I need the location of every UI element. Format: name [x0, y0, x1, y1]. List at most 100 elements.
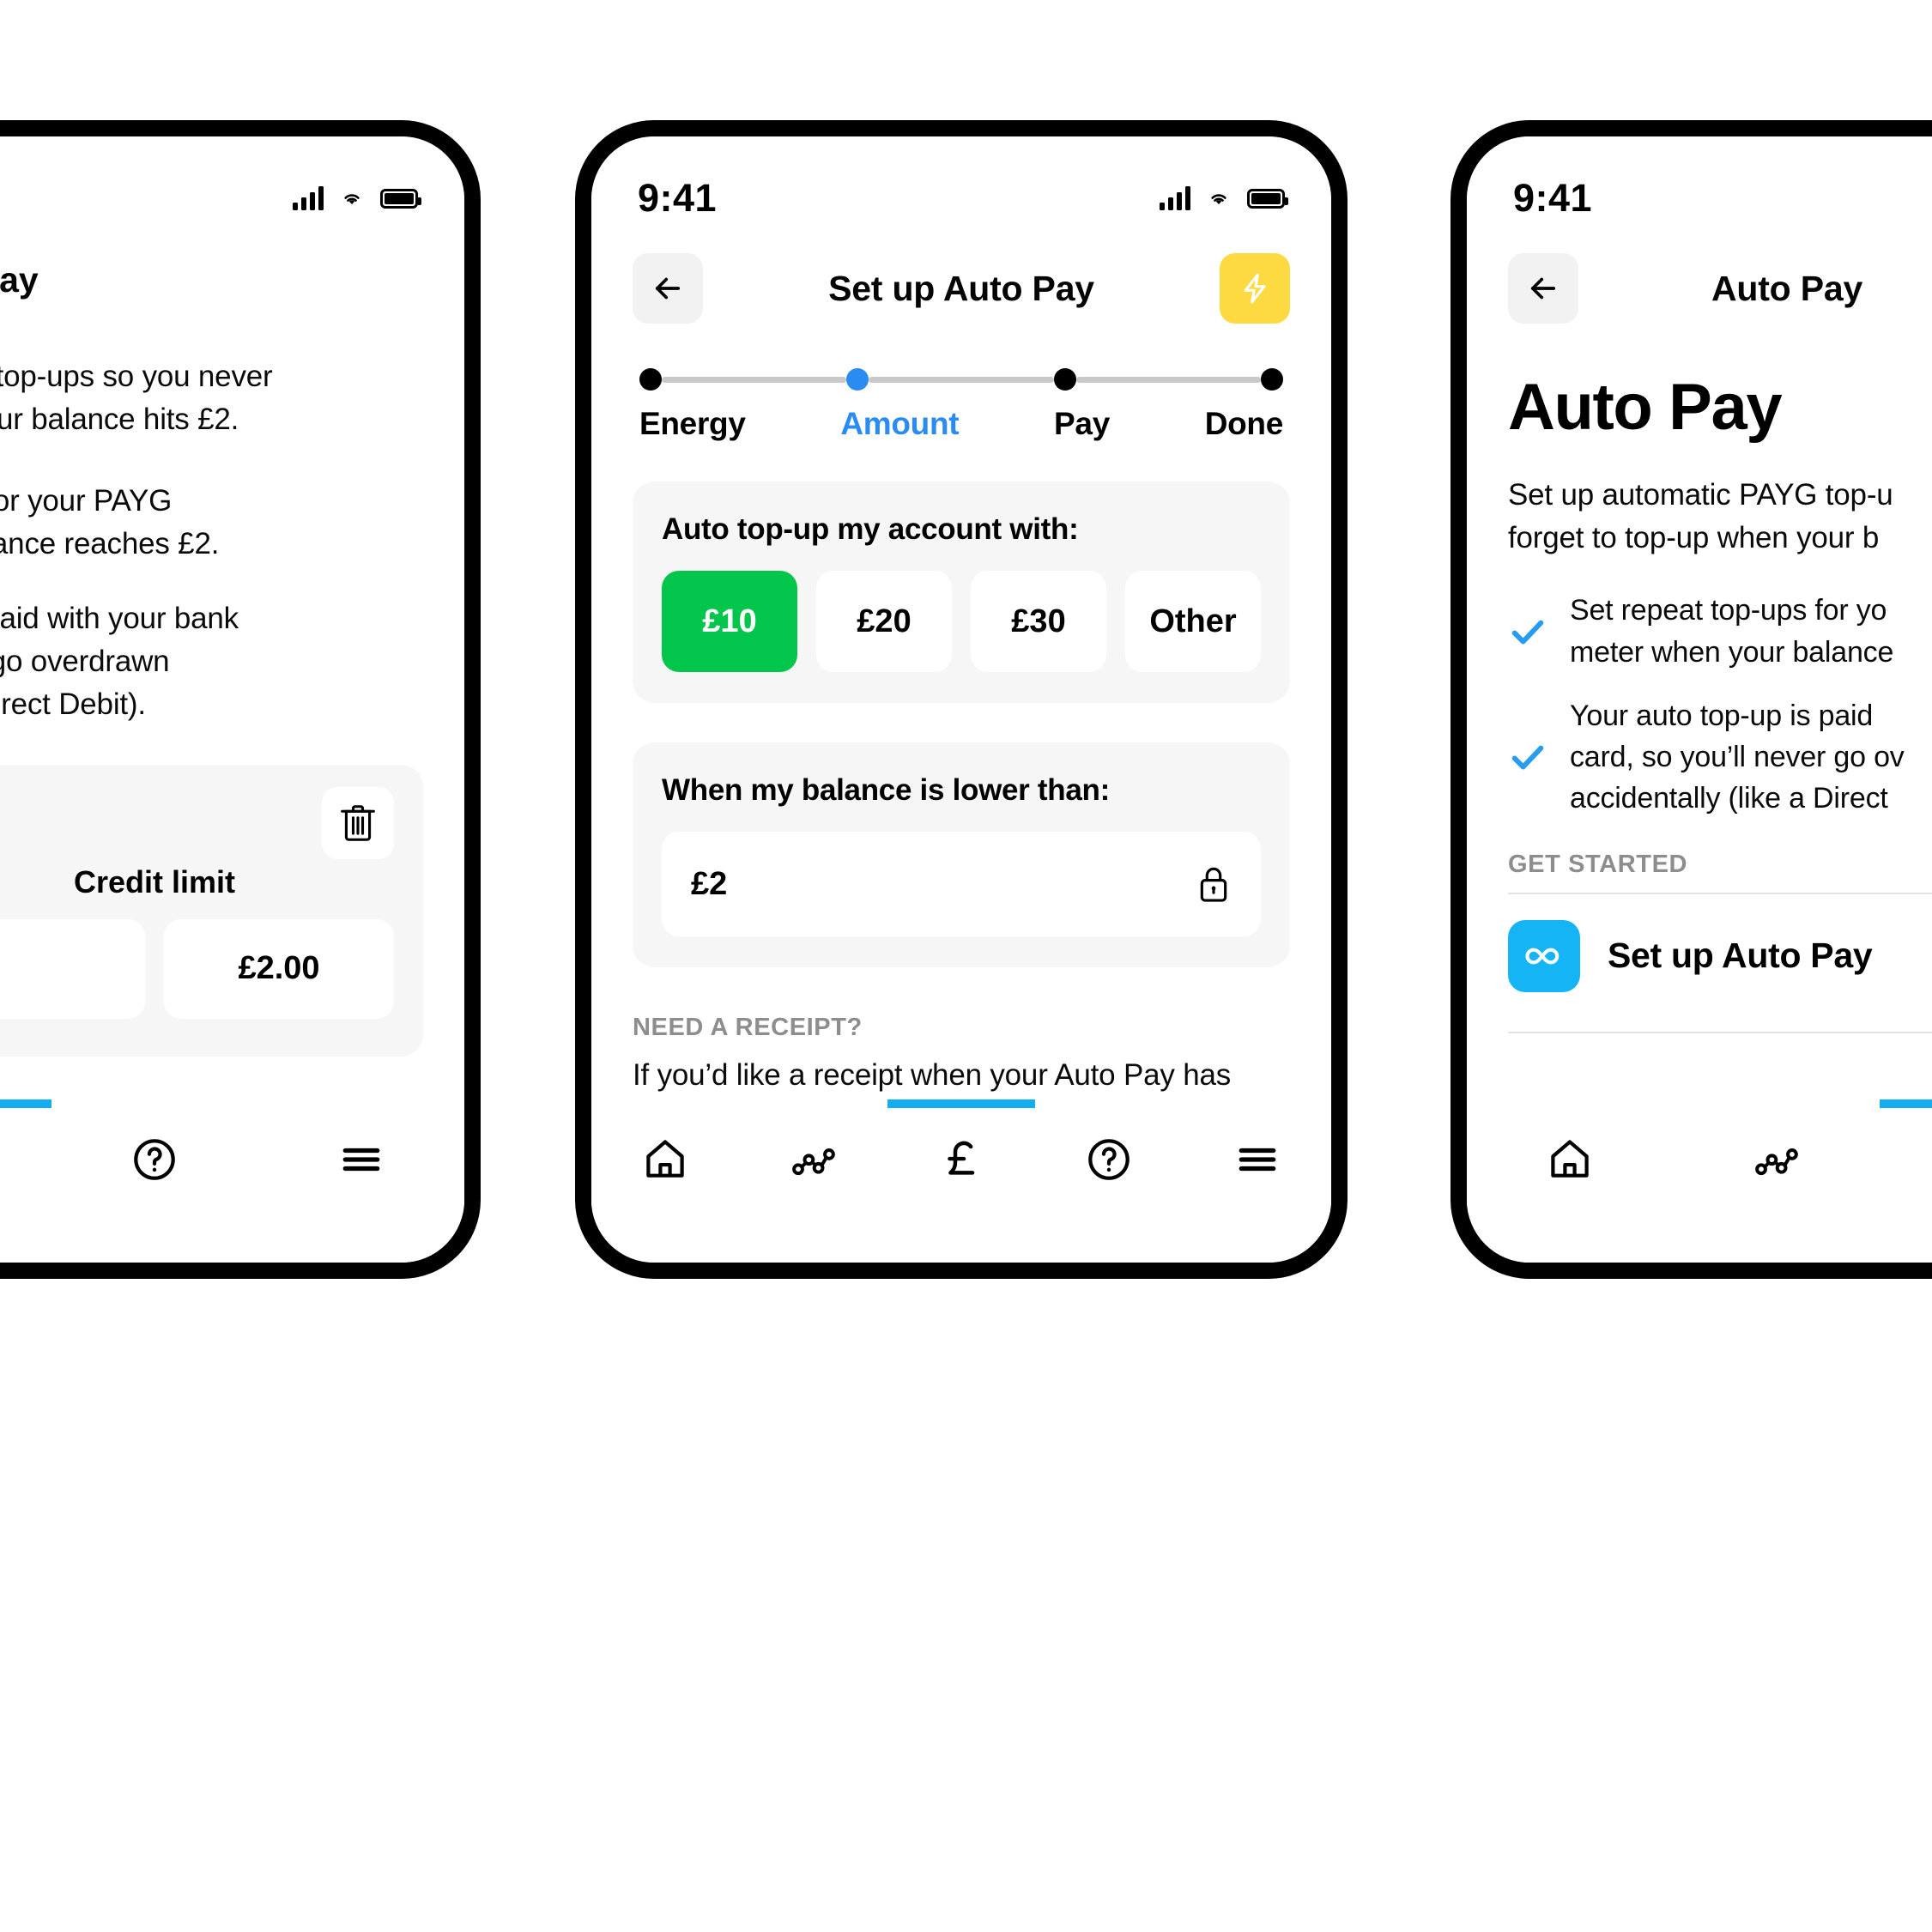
check-icon [1511, 620, 1544, 645]
stepper-dot-amount[interactable] [846, 368, 869, 391]
tab-menu[interactable] [257, 1136, 464, 1184]
topup-amount-card: Auto top-up my account with: £10 £20 £30… [633, 481, 1290, 703]
infinity-icon [1525, 948, 1560, 965]
tab-pound[interactable] [887, 1136, 1035, 1184]
tab-pound[interactable] [0, 1136, 51, 1184]
topup-option-10[interactable]: £10 [662, 571, 797, 672]
status-icons [1160, 186, 1288, 210]
stepper-label-amount: Amount [840, 406, 960, 441]
usage-graph-icon [1755, 1148, 1798, 1176]
page-heading: Auto Pay [1508, 371, 1783, 444]
benefit-list: Set repeat top-ups for yo meter when you… [1508, 590, 1932, 819]
tab-pound[interactable] [1880, 1136, 1932, 1184]
help-circle-icon [1088, 1139, 1130, 1180]
back-button[interactable] [633, 253, 703, 324]
tab-indicator-usage [739, 1099, 887, 1108]
left-paragraph-2: op-ups for your PAYG your balance reache… [0, 480, 423, 566]
stepper-dot-pay[interactable] [1053, 368, 1076, 391]
tab-indicator-pound [887, 1099, 1036, 1108]
benefit-1-line-2: meter when your balance [1570, 635, 1894, 669]
left-line-1: c PAYG top-ups so you never [0, 360, 273, 393]
threshold-card-title: When my balance is lower than: [662, 773, 1110, 807]
delete-button[interactable] [322, 786, 394, 859]
benefit-item-1: Set repeat top-ups for yo meter when you… [1508, 590, 1932, 673]
stepper-dot-done[interactable] [1260, 368, 1283, 391]
right-tab-icons [1467, 1108, 1932, 1211]
setup-stepper: Energy Amount Pay Done [633, 368, 1290, 442]
phone-left: Auto Pay c PAYG top-ups so you never whe… [0, 120, 481, 1279]
topup-option-30[interactable]: £30 [971, 571, 1106, 672]
credit-limit-field-left[interactable] [0, 918, 145, 1019]
left-tab-indicators [0, 1099, 464, 1108]
left-tab-icons [0, 1108, 464, 1211]
stepper-label-energy: Energy [639, 406, 746, 441]
status-time: 9:41 [638, 176, 718, 220]
tab-indicator-help [51, 1099, 258, 1108]
center-navbar: Set up Auto Pay [591, 231, 1331, 324]
left-status-bar [0, 136, 464, 231]
left-nav-title: Auto Pay [0, 260, 39, 300]
pound-icon [948, 1141, 975, 1175]
stepper-segment-1 [662, 376, 847, 383]
stepper-rail [639, 368, 1283, 391]
tab-menu[interactable] [1184, 1136, 1331, 1184]
lightning-bolt-icon [1244, 273, 1266, 304]
tab-usage[interactable] [1674, 1136, 1881, 1184]
right-content: Auto Pay Set up automatic PAYG top-u for… [1467, 370, 1932, 1033]
home-icon [1551, 1140, 1590, 1178]
tab-home[interactable] [1467, 1136, 1674, 1184]
tab-help[interactable] [51, 1136, 258, 1184]
credit-limit-value[interactable]: £2.00 [164, 918, 394, 1019]
energy-action-button[interactable] [1219, 253, 1290, 324]
benefit-item-2: Your auto top-up is paid card, so you’ll… [1508, 695, 1932, 820]
right-tab-indicators [1467, 1099, 1932, 1108]
usage-graph-icon [791, 1148, 835, 1176]
tab-indicator-pound [0, 1099, 51, 1108]
status-icons [293, 186, 421, 210]
benefit-text-2: Your auto top-up is paid card, so you’ll… [1570, 695, 1905, 820]
tab-indicator-home [591, 1099, 739, 1108]
menu-icon [342, 1148, 380, 1172]
list-item-label: Set up Auto Pay [1608, 936, 1873, 976]
topup-option-20[interactable]: £20 [816, 571, 952, 672]
stepper-dot-energy[interactable] [639, 368, 662, 391]
phone-right: 9:41 Auto Pay Auto Pay Set up automatic … [1451, 120, 1932, 1279]
right-nav-title: Auto Pay [1711, 268, 1863, 308]
left-line-4: your balance reaches £2. [0, 527, 220, 561]
threshold-value-field[interactable]: £2 [662, 832, 1261, 936]
wifi-icon [1211, 194, 1226, 205]
center-tab-icons [591, 1108, 1331, 1211]
cellular-bars-icon [293, 186, 324, 210]
credit-limit-label: Credit limit [73, 863, 235, 899]
stepper-labels: Energy Amount Pay Done [639, 406, 1283, 442]
left-line-7: (like a Direct Debit). [0, 687, 146, 722]
back-button[interactable] [1508, 253, 1578, 324]
tab-indicator-pound [1880, 1099, 1932, 1108]
phone-center: 9:41 Set up Auto Pay Energy Amount Pay D… [575, 120, 1348, 1279]
right-screen: 9:41 Auto Pay Auto Pay Set up automatic … [1467, 136, 1932, 1263]
benefit-2-line-1: Your auto top-up is paid [1570, 699, 1874, 732]
tab-home[interactable] [591, 1136, 739, 1184]
benefit-2-line-3: accidentally (like a Direct [1570, 782, 1888, 815]
balance-threshold-card: When my balance is lower than: £2 [633, 742, 1290, 967]
topup-option-other[interactable]: Other [1125, 571, 1261, 672]
left-paragraph-3: p-up is paid with your bank ll never go … [0, 597, 423, 727]
benefit-2-line-2: card, so you’ll never go ov [1570, 741, 1905, 774]
credit-limit-fields: £2.00 [0, 918, 394, 1019]
right-navbar: Auto Pay [1467, 231, 1932, 324]
left-line-6: ll never go overdrawn [0, 644, 170, 678]
receipt-eyebrow: NEED A RECEIPT? [633, 1014, 863, 1041]
list-item-set-up-auto-pay[interactable]: Set up Auto Pay [1508, 894, 1932, 1018]
center-tab-bar [591, 1099, 1331, 1263]
divider-bottom [1508, 1031, 1932, 1033]
benefit-text-1: Set repeat top-ups for yo meter when you… [1570, 590, 1893, 673]
center-nav-title: Set up Auto Pay [828, 268, 1094, 308]
home-icon [646, 1140, 684, 1178]
tab-usage[interactable] [739, 1136, 887, 1184]
tab-help[interactable] [1035, 1136, 1183, 1184]
check-icon [1511, 745, 1544, 770]
left-line-3: op-ups for your PAYG [0, 483, 173, 518]
cellular-bars-icon [1160, 186, 1190, 210]
stepper-segment-2 [869, 376, 1054, 383]
left-line-2: when your balance hits £2. [0, 403, 239, 437]
